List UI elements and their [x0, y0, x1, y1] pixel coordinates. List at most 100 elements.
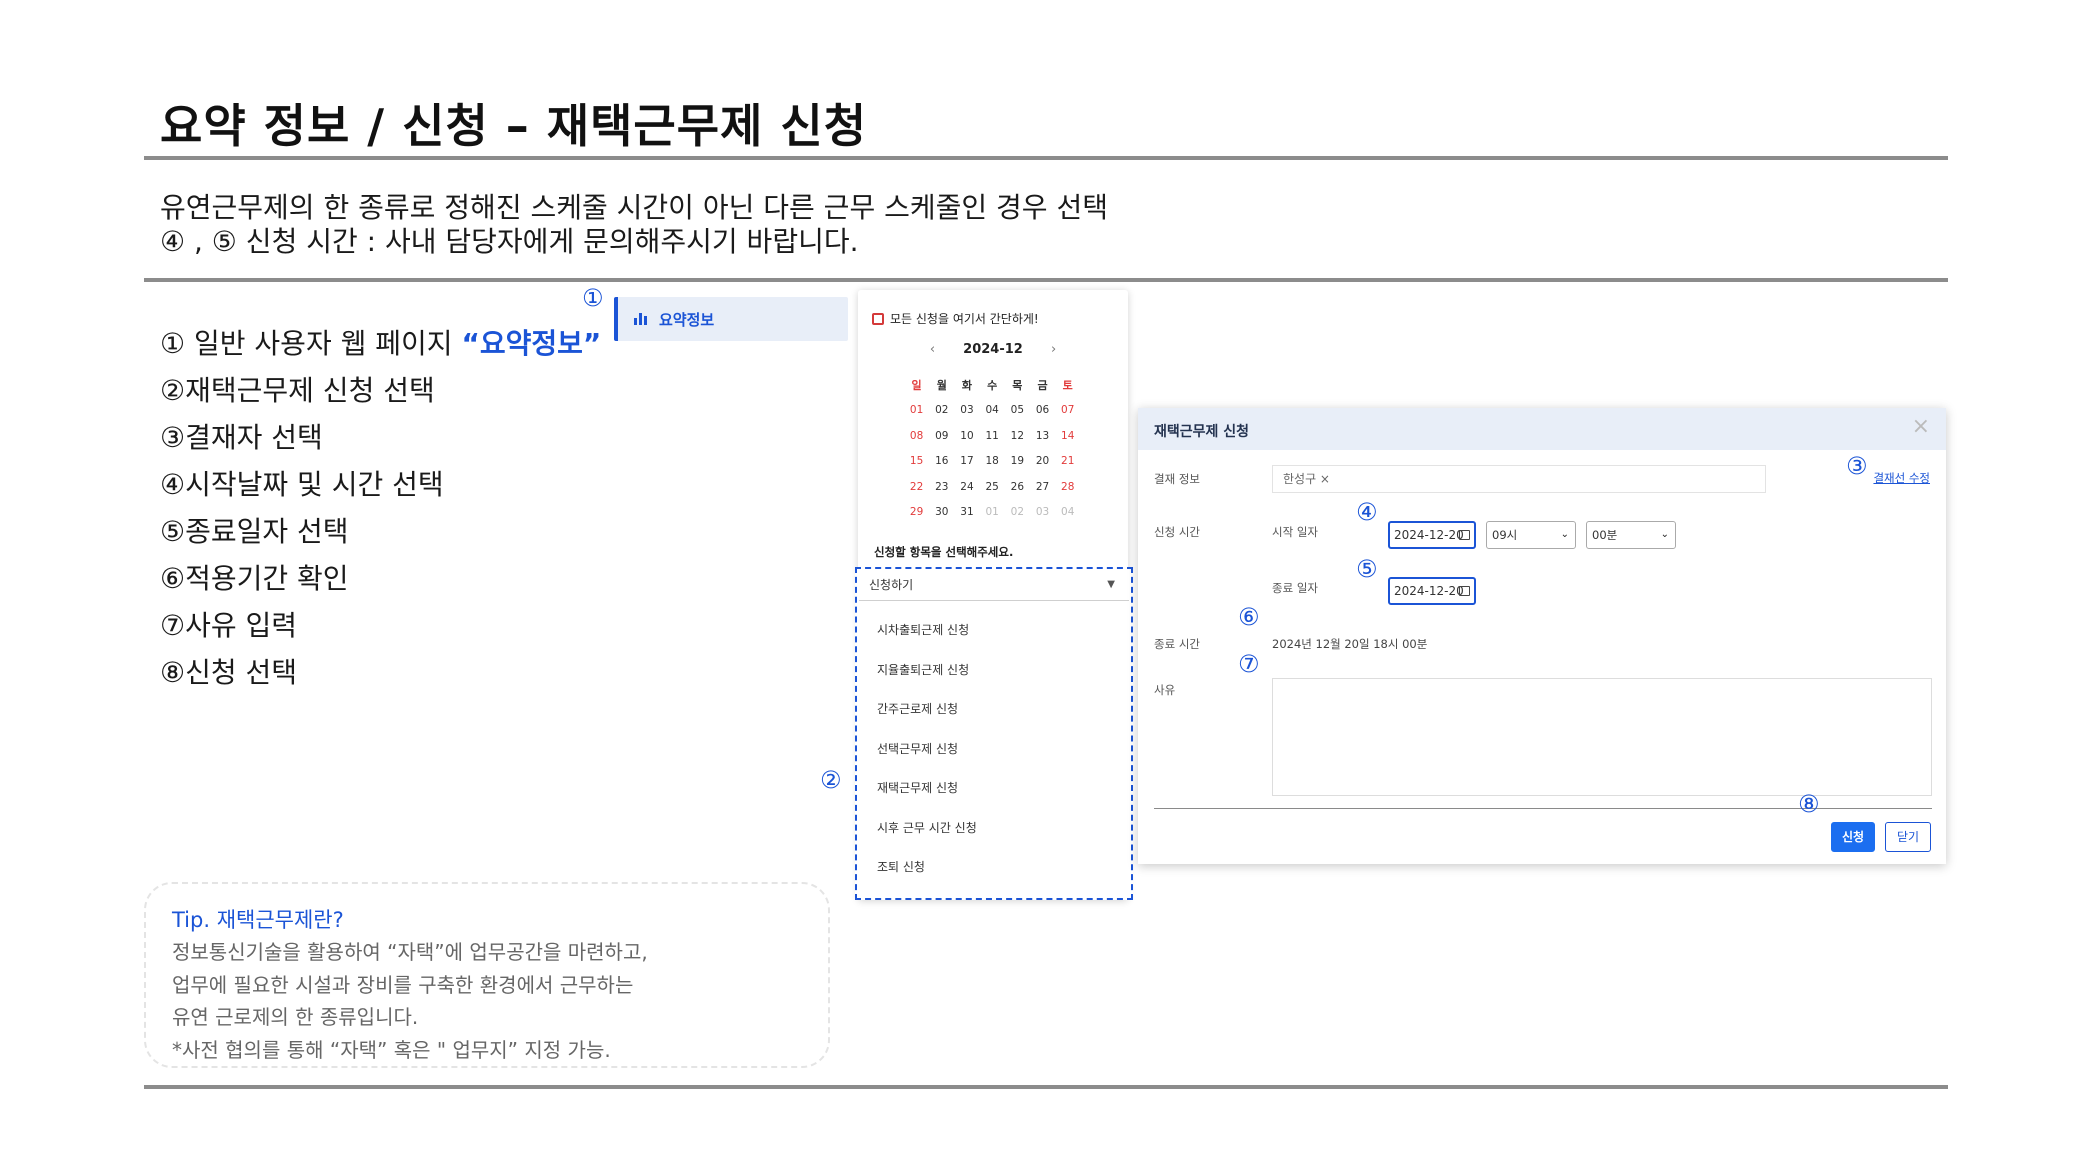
calendar-day[interactable]: 06 — [1030, 404, 1055, 416]
step-1: ① 일반 사용자 웹 페이지 “요약정보” — [160, 322, 601, 362]
calendar-icon — [1459, 586, 1470, 596]
page-title: 요약 정보 / 신청 – 재택근무제 신청 — [160, 99, 868, 153]
calendar-day[interactable]: 22 — [904, 481, 929, 493]
calendar-day[interactable]: 12 — [1005, 430, 1030, 442]
calendar-day[interactable]: 23 — [929, 481, 954, 493]
calendar-week: 22 23 24 25 26 27 28 — [904, 474, 1080, 500]
apply-time-label: 신청 시간 — [1154, 525, 1200, 539]
start-minute-value: 00분 — [1592, 528, 1618, 542]
prev-month-button[interactable]: ‹ — [930, 342, 935, 357]
tip-line-2: 업무에 필요한 시설과 장비를 구축한 환경에서 근무하는 — [172, 973, 634, 997]
modal-header: 재택근무제 신청 × — [1138, 408, 1946, 450]
dropdown-option[interactable]: 선택근무제 신청 — [877, 740, 958, 757]
calendar-day[interactable]: 31 — [954, 506, 979, 518]
approver-field[interactable]: 한성구 × — [1272, 465, 1766, 493]
dropdown-option[interactable]: 조퇴 신청 — [877, 858, 925, 875]
calendar-day[interactable]: 28 — [1055, 481, 1080, 493]
calendar-day[interactable]: 01 — [904, 404, 929, 416]
calendar-day[interactable]: 09 — [929, 430, 954, 442]
dropdown-option[interactable]: 시후 근무 시간 신청 — [877, 819, 977, 836]
end-date-input[interactable]: 2024-12-20 — [1388, 577, 1476, 605]
calendar-month: 2024-12 — [963, 342, 1023, 357]
apply-type-selected: 신청하기 — [869, 578, 914, 592]
start-minute-select[interactable]: 00분 ⌄ — [1586, 521, 1676, 549]
end-time-value: 2024년 12월 20일 18시 00분 — [1272, 637, 1428, 651]
step-5: ⑤종료일자 선택 — [160, 515, 349, 548]
tip-line-4: *사전 협의를 통해 “자택” 혹은 " 업무지” 지정 가능. — [172, 1038, 611, 1062]
close-icon[interactable]: × — [1912, 416, 1930, 438]
calendar-day[interactable]: 07 — [1055, 404, 1080, 416]
calendar-grid: 일 월 화 수 목 금 토 01 02 03 04 05 06 07 08 09… — [904, 372, 1080, 525]
calendar-day[interactable]: 08 — [904, 430, 929, 442]
bar-chart-icon — [634, 313, 647, 325]
start-date-value: 2024-12-20 — [1394, 528, 1464, 542]
calendar-day[interactable]: 26 — [1005, 481, 1030, 493]
marker-7: ⑦ — [1238, 650, 1260, 678]
end-time-label: 종료 시간 — [1154, 637, 1200, 651]
calendar-day[interactable]: 10 — [954, 430, 979, 442]
sidebar-item-summary[interactable]: 요약정보 — [614, 297, 848, 341]
select-prompt: 신청할 항목을 선택해주세요. — [874, 545, 1014, 559]
approver-label: 결재 정보 — [1154, 472, 1200, 486]
reason-textarea[interactable] — [1272, 678, 1932, 796]
step-1-text: ① 일반 사용자 웹 페이지 — [160, 327, 462, 360]
step-2: ②재택근무제 신청 선택 — [160, 374, 435, 407]
calendar-day[interactable]: 04 — [1055, 506, 1080, 518]
chevron-down-icon: ⌄ — [1660, 529, 1669, 540]
step-7: ⑦사유 입력 — [160, 609, 298, 642]
calendar-day[interactable]: 04 — [980, 404, 1005, 416]
weekday-label: 목 — [1012, 378, 1023, 392]
calendar-day[interactable]: 14 — [1055, 430, 1080, 442]
calendar-day[interactable]: 29 — [904, 506, 929, 518]
marker-3: ③ — [1846, 452, 1868, 480]
weekday-label: 수 — [987, 378, 998, 392]
marker-5: ⑤ — [1356, 555, 1378, 583]
calendar-day[interactable]: 11 — [980, 430, 1005, 442]
calendar-day[interactable]: 03 — [954, 404, 979, 416]
tip-title: Tip. 재택근무제란? — [172, 908, 344, 932]
tip-box: Tip. 재택근무제란? 정보통신기술을 활용하여 “자택”에 업무공간을 마련… — [144, 882, 830, 1068]
tip-line-3: 유연 근로제의 한 종류입니다. — [172, 1005, 419, 1029]
calendar-day[interactable]: 03 — [1030, 506, 1055, 518]
dropdown-option[interactable]: 간주근로제 신청 — [877, 700, 958, 717]
calendar-nav: ‹ 2024-12 › — [858, 342, 1128, 357]
calendar-day[interactable]: 24 — [954, 481, 979, 493]
calendar-day[interactable]: 30 — [929, 506, 954, 518]
calendar-day[interactable]: 16 — [929, 455, 954, 467]
submit-button[interactable]: 신청 — [1831, 822, 1875, 852]
step-1-highlight: “요약정보” — [461, 327, 602, 360]
calendar-day[interactable]: 17 — [954, 455, 979, 467]
dropdown-option[interactable]: 지율출퇴근제 신청 — [877, 661, 969, 678]
calendar-day[interactable]: 15 — [904, 455, 929, 467]
calendar-day[interactable]: 13 — [1030, 430, 1055, 442]
dropdown-option[interactable]: 시차출퇴근제 신청 — [877, 621, 969, 638]
start-hour-value: 09시 — [1492, 528, 1518, 542]
next-month-button[interactable]: › — [1051, 342, 1056, 357]
edit-approver-link[interactable]: 결재선 수정 — [1873, 470, 1930, 486]
calendar-day[interactable]: 20 — [1030, 455, 1055, 467]
calendar-icon — [872, 312, 884, 325]
calendar-day[interactable]: 19 — [1005, 455, 1030, 467]
close-button[interactable]: 닫기 — [1885, 822, 1931, 852]
start-date-input[interactable]: 2024-12-20 — [1388, 521, 1476, 549]
dropdown-option-remote-work[interactable]: 재택근무제 신청 — [877, 779, 958, 796]
calendar-day[interactable]: 05 — [1005, 404, 1030, 416]
calendar-day[interactable]: 27 — [1030, 481, 1055, 493]
title-divider — [144, 156, 1948, 160]
calendar-day[interactable]: 02 — [929, 404, 954, 416]
calendar-day[interactable]: 21 — [1055, 455, 1080, 467]
calendar-day[interactable]: 18 — [980, 455, 1005, 467]
calendar-week: 08 09 10 11 12 13 14 — [904, 423, 1080, 449]
calendar-day[interactable]: 02 — [1005, 506, 1030, 518]
apply-type-select[interactable]: 신청하기 ▼ — [859, 571, 1129, 601]
tip-line-1: 정보통신기술을 활용하여 “자택”에 업무공간을 마련하고, — [172, 940, 648, 964]
calendar-day[interactable]: 01 — [980, 506, 1005, 518]
step-3: ③결재자 선택 — [160, 421, 323, 454]
marker-4: ④ — [1356, 498, 1378, 526]
weekday-label: 금 — [1037, 378, 1048, 392]
weekday-label: 화 — [961, 378, 973, 392]
bottom-divider — [144, 1085, 1948, 1089]
start-hour-select[interactable]: 09시 ⌄ — [1486, 521, 1576, 549]
calendar-day[interactable]: 25 — [980, 481, 1005, 493]
marker-8: ⑧ — [1798, 790, 1820, 818]
